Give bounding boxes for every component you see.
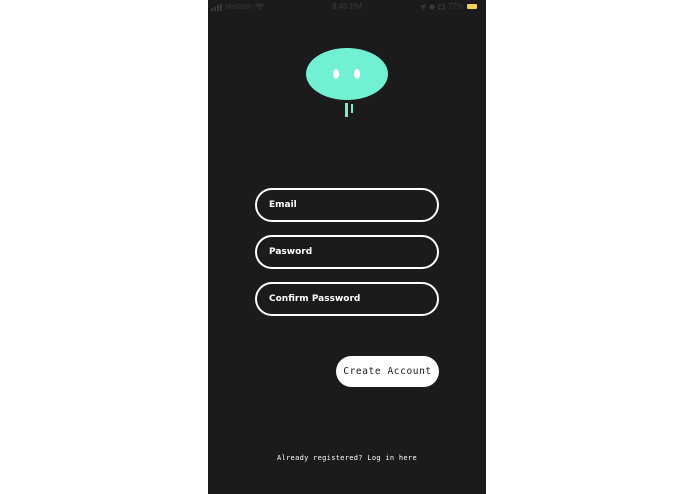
password-field[interactable]: Pasword — [255, 235, 439, 269]
email-placeholder: Email — [269, 200, 297, 210]
status-bar: Verizon 8:40 PM 77% — [208, 0, 486, 13]
location-icon — [419, 3, 426, 10]
confirm-password-placeholder: Confirm Password — [269, 294, 361, 304]
password-placeholder: Pasword — [269, 247, 313, 257]
alarm-icon — [429, 4, 435, 9]
login-link[interactable]: Already registered? Log in here — [208, 454, 486, 462]
rotation-lock-icon — [437, 4, 445, 9]
battery-percent: 77% — [447, 2, 464, 11]
app-screen: Verizon 8:40 PM 77% Email Pasword Confir… — [208, 0, 486, 494]
cloud-face-logo-icon — [306, 48, 388, 117]
email-field[interactable]: Email — [255, 188, 439, 222]
status-right: 77% — [419, 0, 477, 13]
battery-icon — [467, 4, 477, 9]
confirm-password-field[interactable]: Confirm Password — [255, 282, 439, 316]
create-account-button[interactable]: Create Account — [336, 356, 439, 387]
